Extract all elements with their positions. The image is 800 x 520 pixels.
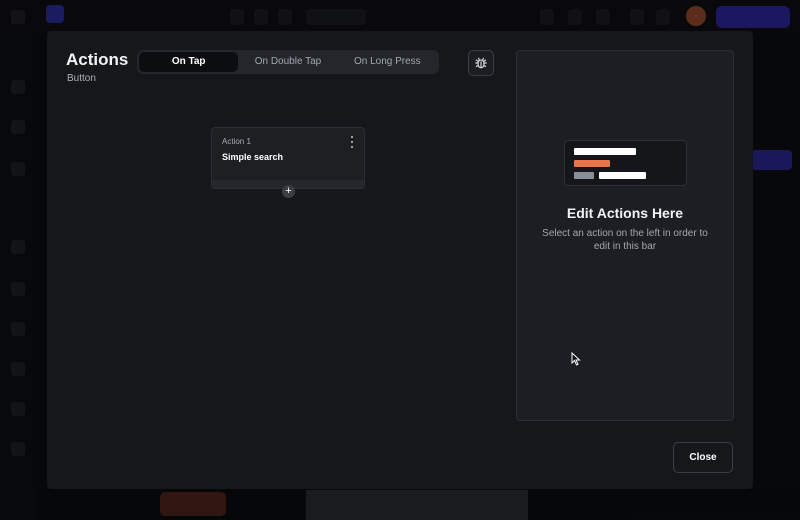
empty-state-title: Edit Actions Here bbox=[566, 205, 684, 221]
close-button[interactable]: Close bbox=[673, 442, 733, 473]
modal-subtitle: Button bbox=[67, 73, 96, 84]
more-vertical-icon[interactable] bbox=[348, 136, 356, 148]
action-editor-panel: Edit Actions Here Select an action on th… bbox=[516, 50, 734, 421]
modal-title: Actions bbox=[66, 50, 129, 69]
empty-state-description: Select an action on the left in order to… bbox=[542, 228, 708, 252]
actions-illustration-icon bbox=[564, 140, 687, 186]
trigger-tabs: On Tap On Double Tap On Long Press bbox=[137, 50, 439, 74]
action-card[interactable]: Action 1 Simple search bbox=[211, 127, 365, 189]
actions-modal: Actions Button On Tap On Double Tap On L… bbox=[47, 31, 753, 489]
debug-button[interactable] bbox=[468, 50, 494, 76]
plus-icon[interactable]: + bbox=[282, 185, 295, 198]
tab-on-tap[interactable]: On Tap bbox=[139, 52, 239, 72]
tab-on-long-press[interactable]: On Long Press bbox=[338, 52, 437, 72]
action-number-label: Action 1 bbox=[222, 137, 251, 146]
bug-icon bbox=[475, 57, 487, 69]
tab-on-double-tap[interactable]: On Double Tap bbox=[238, 52, 337, 72]
mouse-pointer-icon bbox=[571, 352, 581, 366]
action-name: Simple search bbox=[222, 152, 284, 162]
